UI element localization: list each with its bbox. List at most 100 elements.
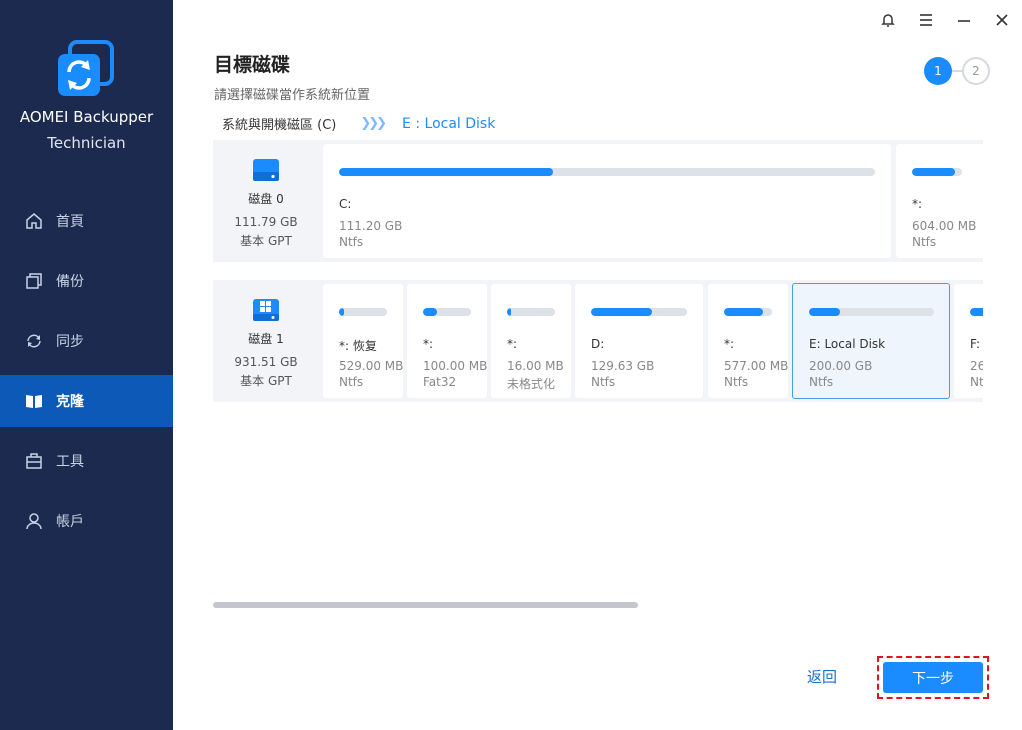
step-2: 2 [962, 57, 990, 85]
usage-fill [339, 308, 344, 316]
app-logo-icon [56, 40, 114, 98]
partition-card[interactable]: D: 129.63 GB Ntfs [575, 284, 703, 398]
disk-type: 基本 GPT [240, 374, 292, 388]
usage-fill [970, 308, 983, 316]
partition-label: *: 恢复 [339, 339, 377, 353]
bell-icon[interactable] [878, 10, 898, 30]
partition-card[interactable]: *: 100.00 MB Fat32 [407, 284, 487, 398]
page-title: 目標磁碟 [214, 54, 291, 76]
usage-bar [339, 168, 875, 176]
partition-card-selected[interactable]: E: Local Disk 200.00 GB Ntfs [792, 283, 950, 399]
sync-icon [24, 331, 44, 351]
usage-fill [724, 308, 764, 316]
nav-label-account: 帳戶 [56, 514, 84, 530]
usage-bar [912, 168, 962, 176]
partition-filesystem: 未格式化 [507, 377, 556, 391]
page-subtitle: 請選擇磁碟當作系統新位置 [214, 88, 371, 103]
usage-fill [339, 168, 554, 176]
windows-disk-icon [252, 296, 280, 324]
main-panel: 目標磁碟 請選擇磁碟當作系統新位置 1 2 系統與開機磁區 (C) ❯❯❯ E … [173, 0, 1022, 730]
partition-size: 577.00 MB [724, 359, 789, 373]
home-icon [24, 211, 44, 231]
partition-label: F: l [970, 337, 983, 351]
nav-item-account[interactable]: 帳戶 [0, 495, 173, 547]
usage-bar [339, 308, 387, 316]
partition-size: 111.20 GB [339, 219, 403, 233]
usage-bar [423, 308, 471, 316]
nav-label-clone: 克隆 [56, 394, 84, 410]
partition-card[interactable]: F: l 26 Nt [954, 284, 983, 398]
next-button[interactable]: 下一步 [883, 662, 983, 693]
source-partition-label: 系統與開機磁區 (C) [222, 118, 337, 133]
nav-item-tools[interactable]: 工具 [0, 435, 173, 487]
partition-filesystem: Ntfs [724, 375, 749, 389]
usage-bar [809, 308, 934, 316]
nav-item-clone[interactable]: 克隆 [0, 375, 173, 427]
partition-size: 129.63 GB [591, 359, 655, 373]
partition-filesystem: Ntfs [809, 375, 834, 389]
clone-path: 系統與開機磁區 (C) ❯❯❯ E : Local Disk [222, 114, 496, 134]
minimize-icon[interactable] [954, 10, 974, 30]
disk-name: 磁盘 1 [248, 332, 284, 346]
usage-fill [809, 308, 841, 316]
next-button-highlight: 下一步 [877, 656, 989, 699]
partition-card[interactable]: C: 111.20 GB Ntfs [323, 144, 891, 258]
partition-filesystem: Ntfs [912, 235, 937, 249]
arrow-right-icon: ❯❯❯ [360, 116, 387, 131]
destination-partition-label: E : Local Disk [402, 115, 496, 132]
step-1: 1 [924, 57, 952, 85]
partition-size: 604.00 MB [912, 219, 977, 233]
nav-label-home: 首頁 [56, 214, 84, 230]
partition-label: *: [724, 337, 735, 351]
partition-size: 200.00 GB [809, 359, 873, 373]
usage-bar [591, 308, 687, 316]
clone-icon [24, 391, 44, 411]
usage-bar [724, 308, 772, 316]
nav-label-backup: 備份 [56, 274, 84, 290]
back-button[interactable]: 返回 [807, 666, 837, 687]
step-connector [952, 70, 962, 72]
usage-fill [507, 308, 511, 316]
sidebar: AOMEI Backupper Technician 首頁 備份 同步 克隆 工… [0, 0, 173, 730]
user-icon [24, 511, 44, 531]
nav-item-backup[interactable]: 備份 [0, 255, 173, 307]
nav-label-sync: 同步 [56, 334, 84, 350]
disk-info: 磁盘 1 931.51 GB 基本 GPT [213, 280, 319, 402]
partition-filesystem: Ntfs [591, 375, 616, 389]
app-edition: Technician [47, 134, 126, 152]
partition-label: *: [507, 337, 518, 351]
nav-item-sync[interactable]: 同步 [0, 315, 173, 367]
partition-label: E: Local Disk [809, 337, 886, 351]
partition-filesystem: Ntfs [339, 235, 364, 249]
usage-bar [507, 308, 555, 316]
partition-label: *: [423, 337, 434, 351]
partition-label: C: [339, 197, 352, 211]
disk-row-1: 磁盘 1 931.51 GB 基本 GPT *: 恢复 529.00 MB Nt… [213, 280, 983, 402]
horizontal-scrollbar[interactable] [213, 602, 638, 608]
nav-label-tools: 工具 [56, 454, 84, 470]
partition-card[interactable]: *: 16.00 MB 未格式化 [491, 284, 571, 398]
menu-icon[interactable] [916, 10, 936, 30]
window-controls [878, 10, 1012, 30]
partition-card[interactable]: *: 604.00 MB Ntfs [896, 144, 983, 258]
partition-size: 16.00 MB [507, 359, 564, 373]
partition-label: D: [591, 337, 605, 351]
close-icon[interactable] [992, 10, 1012, 30]
hard-disk-icon [252, 156, 280, 184]
nav-item-home[interactable]: 首頁 [0, 195, 173, 247]
usage-bar [970, 308, 983, 316]
usage-fill [591, 308, 653, 316]
partition-card[interactable]: *: 577.00 MB Ntfs [708, 284, 788, 398]
partition-size: 100.00 MB [423, 359, 488, 373]
disk-row-0: 磁盘 0 111.79 GB 基本 GPT C: 111.20 GB Ntfs … [213, 140, 983, 262]
partition-filesystem: Nt [970, 375, 983, 389]
disk-size: 931.51 GB [234, 355, 298, 369]
usage-fill [423, 308, 438, 316]
step-indicator: 1 2 [924, 57, 990, 85]
tools-icon [24, 451, 44, 471]
backup-icon [24, 271, 44, 291]
disk-type: 基本 GPT [240, 234, 292, 248]
partition-label: *: [912, 197, 923, 211]
partition-filesystem: Fat32 [423, 375, 457, 389]
partition-card[interactable]: *: 恢复 529.00 MB Ntfs [323, 284, 403, 398]
